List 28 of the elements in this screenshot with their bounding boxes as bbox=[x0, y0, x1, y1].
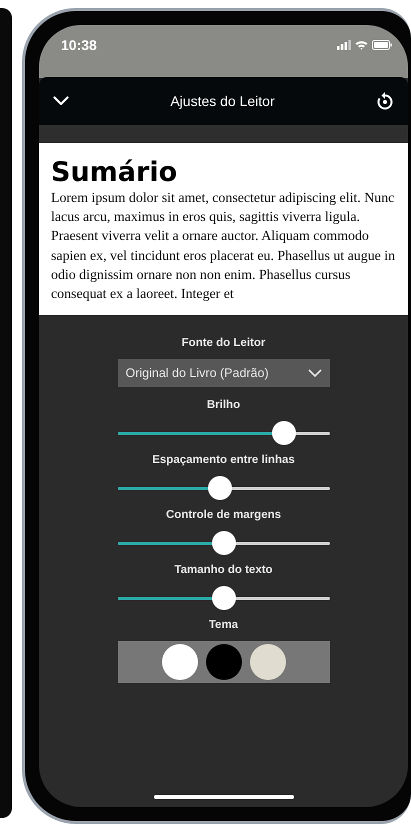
theme-swatch[interactable] bbox=[206, 644, 242, 680]
header-title: Ajustes do Leitor bbox=[170, 93, 275, 109]
slider[interactable] bbox=[118, 476, 330, 500]
reset-icon[interactable] bbox=[376, 91, 394, 111]
signal-icon bbox=[337, 40, 351, 50]
slider[interactable] bbox=[118, 421, 330, 445]
setting-label: Tamanho do texto bbox=[174, 563, 273, 578]
slider[interactable] bbox=[118, 531, 330, 555]
setting-label: Tema bbox=[208, 618, 238, 633]
font-dropdown[interactable]: Original do Livro (Padrão) bbox=[118, 359, 330, 387]
preview-paragraph: Lorem ipsum dolor sit amet, consectetur adipiscing elit. Nunc lacus arcu, maximus in eros quis, sagittis viverra ligula. Praesent viverra velit a ornare auctor. Aliquam commodo sapien ex, vel tincidunt eros placerat eu. Phasellus ut augue in odio dignissim ornare non non enim. Phasellus cursus consequat ex a laoreet. Integer et bbox=[51, 190, 396, 304]
battery-icon bbox=[372, 40, 392, 50]
slider-thumb[interactable] bbox=[208, 476, 232, 500]
setting-label: Brilho bbox=[206, 398, 240, 413]
slider-thumb[interactable] bbox=[212, 586, 236, 610]
status-time: 10:38 bbox=[61, 37, 97, 53]
setting-label: Espaçamento entre linhas bbox=[152, 453, 295, 468]
slider[interactable] bbox=[118, 586, 330, 610]
wifi-icon bbox=[355, 40, 368, 50]
theme-swatch[interactable] bbox=[162, 644, 198, 680]
slider-thumb[interactable] bbox=[272, 421, 296, 445]
slider-thumb[interactable] bbox=[212, 531, 236, 555]
theme-swatch[interactable] bbox=[250, 644, 286, 680]
chevron-down-icon[interactable] bbox=[53, 96, 69, 106]
preview-heading: Sumário bbox=[51, 157, 178, 189]
setting-label: Controle de margens bbox=[166, 508, 282, 523]
chevron-down-icon bbox=[308, 369, 322, 377]
setting-label: Fonte do Leitor bbox=[182, 336, 266, 351]
